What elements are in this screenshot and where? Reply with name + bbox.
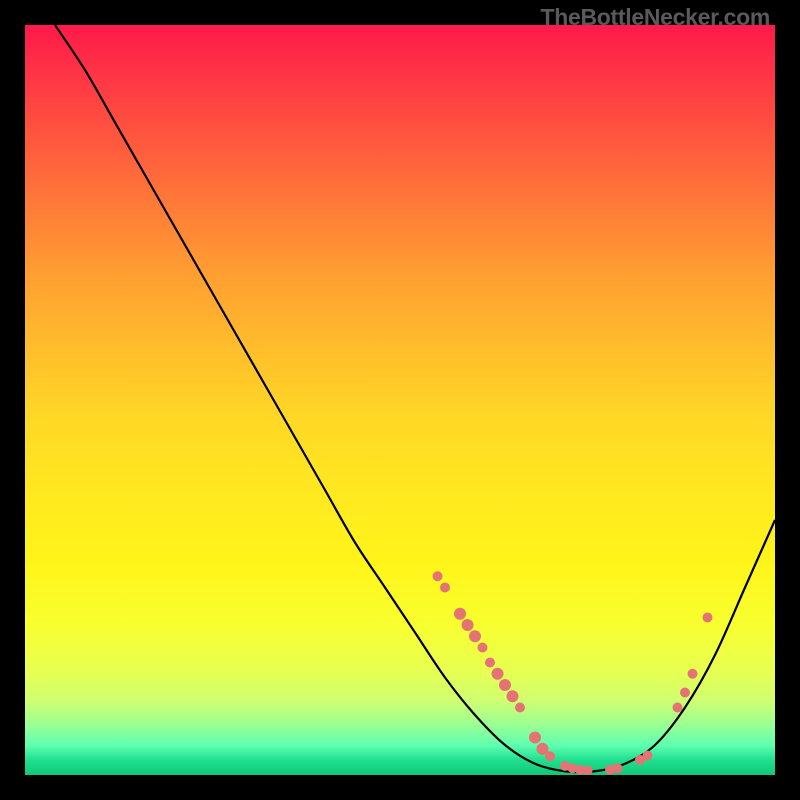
chart-marker [507,690,519,702]
chart-marker [515,703,525,713]
chart-markers [433,571,713,775]
chart-marker [485,658,495,668]
chart-marker [492,668,504,680]
chart-marker [478,643,488,653]
chart-marker [462,619,474,631]
watermark-text: TheBottleNecker.com [541,4,771,31]
bottleneck-chart [25,25,775,775]
chart-marker [680,688,690,698]
chart-marker [643,751,653,761]
chart-marker [469,630,481,642]
chart-marker [688,669,698,679]
chart-marker [545,751,555,761]
chart-marker [613,763,623,773]
chart-marker [703,613,713,623]
chart-curve [55,25,775,772]
chart-marker [454,608,466,620]
chart-marker [499,679,511,691]
chart-marker [433,571,443,581]
chart-marker [529,732,541,744]
chart-marker [673,703,683,713]
chart-marker [440,583,450,593]
